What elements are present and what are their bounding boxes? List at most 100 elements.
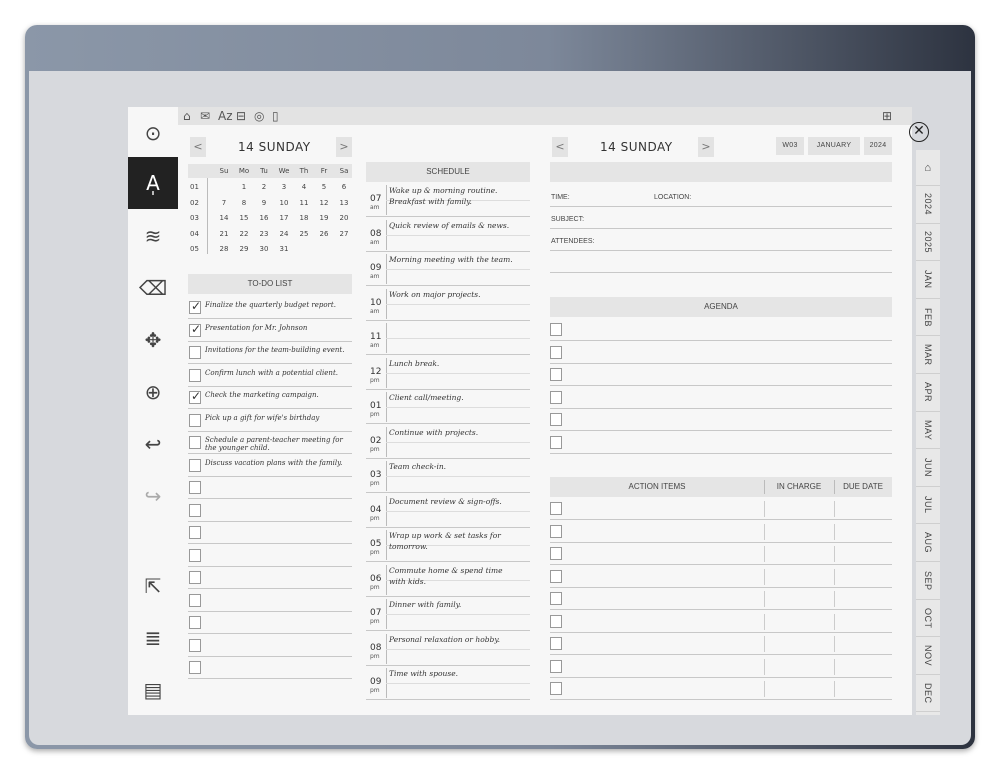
close-icon[interactable]: ✕ <box>909 122 929 142</box>
calendar-day[interactable]: 5 <box>316 180 332 194</box>
calendar-week-number[interactable]: 02 <box>190 196 206 210</box>
target-icon[interactable]: ◎ <box>254 109 264 123</box>
todo-checkbox[interactable] <box>189 458 201 472</box>
action-checkbox[interactable] <box>550 547 562 560</box>
agenda-checkbox[interactable] <box>550 368 562 381</box>
agenda-row[interactable] <box>550 342 892 364</box>
calendar-day[interactable]: 15 <box>236 211 252 225</box>
calendar-week-number[interactable]: 05 <box>190 242 206 256</box>
calendar-day[interactable]: 18 <box>296 211 312 225</box>
briefcase-icon[interactable]: ⊟ <box>236 109 246 123</box>
next-day-button-right[interactable]: > <box>698 137 714 157</box>
calendar-day[interactable]: 28 <box>216 242 232 256</box>
side-tab-dec[interactable]: DEC <box>916 675 940 713</box>
agenda-row[interactable] <box>550 387 892 409</box>
action-checkbox[interactable] <box>550 502 562 515</box>
todo-checkbox[interactable] <box>189 481 201 494</box>
action-checkbox[interactable] <box>550 524 562 538</box>
calendar-day[interactable]: 2 <box>256 180 272 194</box>
todo-checkbox[interactable] <box>189 368 201 382</box>
todo-checkbox[interactable] <box>189 638 201 652</box>
calendar-day[interactable]: 24 <box>276 227 292 241</box>
brush-icon[interactable]: ≋ <box>128 210 178 262</box>
todo-item[interactable]: ✓ Presentation for Mr. Johnson <box>188 319 352 342</box>
side-tab-oct[interactable]: OCT <box>916 600 940 638</box>
agenda-checkbox[interactable] <box>550 345 562 359</box>
action-checkbox[interactable] <box>550 682 562 695</box>
redo-icon[interactable]: ↪ <box>128 470 178 522</box>
mail-icon[interactable]: ✉ <box>200 109 210 123</box>
schedule-slot[interactable]: 07 am Wake up & morning routine. Breakfast… <box>366 183 530 217</box>
agenda-row[interactable] <box>550 319 892 341</box>
side-tab-jul[interactable]: JUL <box>916 487 940 525</box>
prev-day-button[interactable]: < <box>190 137 206 157</box>
todo-checkbox[interactable]: ✓ <box>189 299 201 314</box>
side-tab-aug[interactable]: AUG <box>916 524 940 562</box>
calendar-day[interactable]: 11 <box>296 196 312 210</box>
todo-checkbox[interactable] <box>189 346 201 359</box>
todo-item[interactable]: Invitations for the team-building event. <box>188 341 352 364</box>
side-tab-apr[interactable]: APR <box>916 374 940 412</box>
month-pill[interactable]: JANUARY <box>808 137 860 155</box>
calendar-day[interactable]: 6 <box>336 180 352 194</box>
todo-item[interactable]: Discuss vacation plans with the family. <box>188 454 352 477</box>
side-tab-jan[interactable]: JAN <box>916 261 940 299</box>
schedule-slot[interactable]: 05 pm Wrap up work & set tasks for tomorro… <box>366 528 530 562</box>
calendar-day[interactable]: 8 <box>236 196 252 210</box>
side-tab-mar[interactable]: MAR <box>916 336 940 374</box>
calendar-day[interactable]: 16 <box>256 211 272 225</box>
agenda-row[interactable] <box>550 432 892 454</box>
schedule-slot[interactable]: 04 pm Document review & sign-offs. <box>366 494 530 528</box>
agenda-row[interactable] <box>550 409 892 431</box>
grid-icon[interactable]: ⊞ <box>882 109 892 123</box>
eraser-icon[interactable]: ⌫ <box>128 262 178 314</box>
circle-dot-icon[interactable]: ⊙ <box>128 107 178 159</box>
todo-checkbox[interactable] <box>189 413 201 427</box>
todo-item[interactable] <box>188 476 352 499</box>
calendar-week-number[interactable]: 03 <box>190 211 206 225</box>
calendar-day[interactable]: 9 <box>256 196 272 210</box>
attendees-field[interactable]: ATTENDEES: <box>550 229 892 251</box>
todo-checkbox[interactable] <box>189 571 201 584</box>
undo-icon[interactable]: ↩ <box>128 418 178 470</box>
action-item-row[interactable] <box>550 588 892 610</box>
pen-icon[interactable]: A̩ <box>128 157 178 209</box>
schedule-slot[interactable]: 09 pm Time with spouse. <box>366 666 530 700</box>
calendar-day[interactable]: 12 <box>316 196 332 210</box>
todo-item[interactable] <box>188 611 352 634</box>
schedule-slot[interactable]: 02 pm Continue with projects. <box>366 425 530 459</box>
todo-item[interactable]: ✓ Check the marketing campaign. <box>188 386 352 409</box>
year-pill[interactable]: 2024 <box>864 137 892 155</box>
calendar-day[interactable]: 23 <box>256 227 272 241</box>
side-tab-jun[interactable]: JUN <box>916 449 940 487</box>
calendar-day[interactable]: 17 <box>276 211 292 225</box>
calendar-day[interactable]: 13 <box>336 196 352 210</box>
action-item-row[interactable] <box>550 678 892 700</box>
next-day-button[interactable]: > <box>336 137 352 157</box>
action-checkbox[interactable] <box>550 659 562 673</box>
todo-checkbox[interactable]: ✓ <box>189 389 201 404</box>
prev-day-button-right[interactable]: < <box>552 137 568 157</box>
agenda-checkbox[interactable] <box>550 413 562 426</box>
calendar-day[interactable]: 26 <box>316 227 332 241</box>
schedule-slot[interactable]: 01 pm Client call/meeting. <box>366 390 530 424</box>
move-icon[interactable]: ✥ <box>128 314 178 366</box>
action-item-row[interactable] <box>550 656 892 678</box>
calendar-day[interactable]: 7 <box>216 196 232 210</box>
todo-item[interactable] <box>188 521 352 544</box>
share-icon[interactable]: ⇱ <box>128 560 178 612</box>
action-item-row[interactable] <box>550 633 892 655</box>
calendar-day[interactable]: 25 <box>296 227 312 241</box>
home-icon[interactable]: ⌂ <box>183 109 191 123</box>
action-item-row[interactable] <box>550 521 892 543</box>
calendar-day[interactable]: 20 <box>336 211 352 225</box>
todo-checkbox[interactable] <box>189 503 201 517</box>
agenda-row[interactable] <box>550 364 892 386</box>
notebook-icon[interactable]: ▤ <box>128 664 178 716</box>
calendar-day[interactable]: 4 <box>296 180 312 194</box>
zoom-in-icon[interactable]: ⊕ <box>128 366 178 418</box>
calendar-day[interactable]: 31 <box>276 242 292 256</box>
agenda-checkbox[interactable] <box>550 390 562 404</box>
calendar-day[interactable]: 27 <box>336 227 352 241</box>
todo-checkbox[interactable] <box>189 616 201 629</box>
